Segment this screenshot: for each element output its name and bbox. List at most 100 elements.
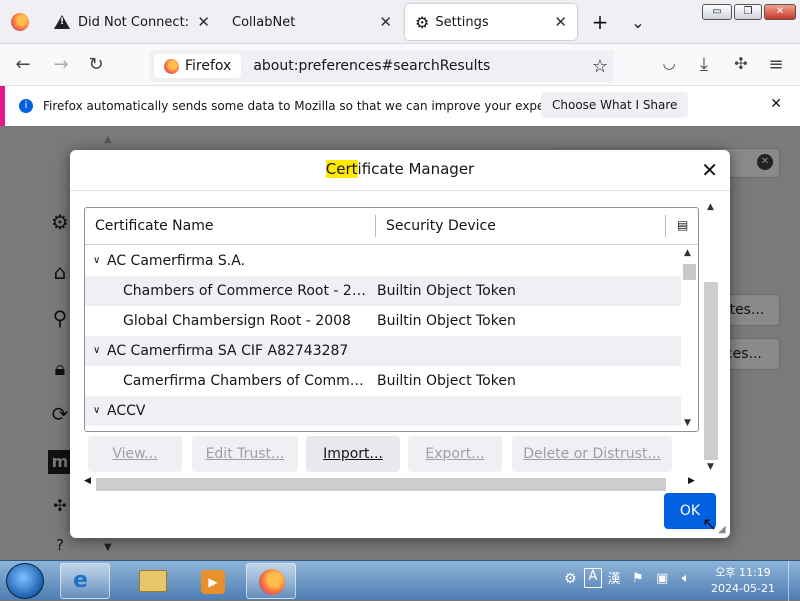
column-security-device[interactable]: Security Device — [386, 218, 496, 234]
cert-name: Chambers of Commerce Root - 200... — [123, 283, 371, 299]
choose-what-i-share-button[interactable]: Choose What I Share — [541, 92, 689, 118]
tab-close-icon[interactable]: ✕ — [554, 13, 567, 31]
taskbar-clock[interactable]: 오후 11:19 2024-05-21 — [708, 565, 778, 597]
tab-collabnet[interactable]: CollabNet ✕ — [222, 0, 402, 44]
tree-scroll-thumb[interactable] — [683, 264, 696, 280]
tree-cert-row[interactable]: Global Chambersign Root - 2008 Builtin O… — [85, 306, 681, 336]
new-tab-button[interactable]: + — [588, 0, 612, 44]
menu-icon[interactable]: ≡ — [765, 54, 787, 75]
scroll-down-icon[interactable]: ▼ — [684, 418, 691, 428]
ime-alpha-icon[interactable]: A — [584, 568, 602, 588]
back-arrow-icon[interactable]: ← — [12, 54, 34, 75]
scroll-right-icon[interactable]: ▶ — [688, 476, 695, 486]
column-picker-icon[interactable]: ▤ — [677, 218, 688, 232]
url-bar[interactable]: Firefox about:preferences#searchResults … — [150, 50, 614, 82]
tab-strip: Did Not Connect: Pote ✕ CollabNet ✕ ⚙ Se… — [0, 0, 800, 44]
tree-vertical-scrollbar[interactable]: ▲ ▼ — [681, 246, 698, 431]
minimize-button[interactable]: ▭ — [702, 4, 732, 20]
volume-muted-icon[interactable]: 🔈︎ — [682, 571, 690, 586]
folder-icon — [139, 570, 167, 592]
start-button[interactable] — [6, 563, 44, 599]
dialog-scroll-thumb[interactable] — [704, 282, 718, 460]
url-text[interactable]: about:preferences#searchResults — [253, 58, 490, 74]
export-button[interactable]: Export... — [408, 436, 502, 472]
data-collection-notification: i Firefox automatically sends some data … — [0, 86, 800, 126]
firefox-view-button[interactable] — [0, 0, 40, 44]
dialog-title-highlight: Cert — [325, 160, 358, 178]
tree-group-row[interactable]: ∨ AC Camerfirma S.A. — [85, 246, 681, 276]
ime-hanja-icon[interactable]: 漢 — [604, 568, 624, 588]
gear-icon: ⚙ — [51, 210, 69, 234]
bookmark-star-icon[interactable]: ☆ — [592, 56, 608, 77]
sidebar-scroll-up-icon: ▲ — [104, 134, 112, 145]
tab-close-icon[interactable]: ✕ — [197, 13, 210, 31]
tab-close-icon[interactable]: ✕ — [379, 13, 392, 31]
tree-cert-row[interactable]: Camerfirma Chambers of Commerc... Builti… — [85, 366, 681, 396]
tab-title: CollabNet — [232, 14, 296, 30]
column-certificate-name[interactable]: Certificate Name — [95, 218, 213, 234]
taskbar-firefox[interactable] — [246, 563, 296, 599]
navigation-bar: ← → ↻ Firefox about:preferences#searchRe… — [0, 44, 800, 86]
tree-group-row[interactable]: ∨ AC Camerfirma SA CIF A82743287 — [85, 336, 681, 366]
scroll-up-icon[interactable]: ▲ — [684, 248, 691, 258]
tree-cert-row[interactable]: Chambers of Commerce Root - 200... Built… — [85, 276, 681, 306]
firefox-logo-icon — [259, 569, 285, 595]
notification-text: Firefox automatically sends some data to… — [43, 99, 586, 113]
edit-trust-button[interactable]: Edit Trust... — [192, 436, 298, 472]
dialog-close-icon[interactable]: ✕ — [701, 158, 718, 182]
network-icon[interactable]: ▣ — [656, 571, 668, 586]
cert-device: Builtin Object Token — [377, 373, 516, 389]
dialog-vertical-scrollbar[interactable]: ▲ ▼ — [703, 202, 719, 476]
taskbar-internet-explorer[interactable]: e — [60, 563, 110, 599]
notification-close-icon[interactable]: ✕ — [770, 96, 782, 112]
restore-button[interactable]: ❐ — [734, 4, 762, 20]
sidebar-scroll-down-icon: ▼ — [104, 542, 112, 553]
warning-icon — [54, 15, 70, 29]
taskbar-media-player[interactable]: ▶ — [186, 563, 236, 599]
delete-or-distrust-button[interactable]: Delete or Distrust... — [512, 436, 672, 472]
action-center-flag-icon[interactable]: ⚑ — [632, 571, 644, 586]
certificate-manager-dialog: Certificate Manager ✕ Certificate Name S… — [70, 150, 730, 538]
tab-did-not-connect[interactable]: Did Not Connect: Pote ✕ — [44, 0, 220, 44]
horizontal-scroll-thumb[interactable] — [96, 478, 666, 491]
firefox-logo-icon — [164, 58, 179, 74]
scroll-down-icon[interactable]: ▼ — [707, 462, 714, 472]
cert-device: Builtin Object Token — [377, 313, 516, 329]
certificate-tree[interactable]: Certificate Name Security Device ▤ ∨ AC … — [84, 207, 699, 432]
download-icon[interactable]: ⤓ — [693, 54, 715, 75]
search-icon: ⚲ — [52, 306, 68, 330]
help-icon: ? — [56, 536, 64, 554]
window-close-button[interactable]: ✕ — [764, 4, 796, 20]
import-button[interactable]: Import... — [306, 436, 400, 472]
tree-group-row[interactable]: ∨ ACCV — [85, 396, 681, 426]
lock-icon: 🔒︎ — [54, 356, 66, 380]
dialog-title: Certificate Manager — [70, 160, 730, 178]
reload-icon[interactable]: ↻ — [85, 54, 107, 75]
show-desktop-button[interactable] — [788, 561, 800, 601]
resize-grip-icon[interactable]: ◢ — [718, 524, 726, 535]
view-button[interactable]: View... — [88, 436, 182, 472]
group-name: ACCV — [107, 403, 146, 419]
dialog-horizontal-scrollbar[interactable]: ◀ ▶ — [82, 476, 702, 492]
scroll-left-icon[interactable]: ◀ — [84, 476, 91, 486]
home-icon: ⌂ — [53, 260, 67, 284]
extensions-icon: ✣ — [53, 496, 67, 515]
tab-list-button[interactable]: ⌄ — [626, 0, 650, 44]
extensions-icon[interactable]: ✣ — [730, 54, 752, 73]
internet-explorer-icon: e — [73, 568, 88, 593]
pocket-icon[interactable]: ◡ — [658, 54, 680, 72]
identity-box[interactable]: Firefox — [154, 54, 242, 78]
dialog-divider — [70, 190, 730, 191]
tab-settings[interactable]: ⚙ Settings ✕ — [405, 4, 577, 40]
mozilla-logo-icon: m — [48, 450, 72, 474]
identity-label: Firefox — [185, 58, 232, 74]
cert-name: Camerfirma Chambers of Commerc... — [123, 373, 371, 389]
taskbar-file-explorer[interactable] — [126, 563, 176, 599]
mouse-cursor-icon: ↖ — [702, 514, 718, 535]
media-player-icon: ▶ — [201, 570, 225, 594]
scroll-up-icon[interactable]: ▲ — [707, 202, 714, 212]
ime-tools-icon[interactable]: ⚙ — [564, 571, 577, 587]
forward-arrow-icon[interactable]: → — [50, 54, 72, 75]
windows-taskbar: e ▶ ⚙ A 漢 ⚑ ▣ 🔈︎ 오후 11:19 2024-05-21 — [0, 560, 800, 601]
clock-date: 2024-05-21 — [711, 582, 775, 595]
